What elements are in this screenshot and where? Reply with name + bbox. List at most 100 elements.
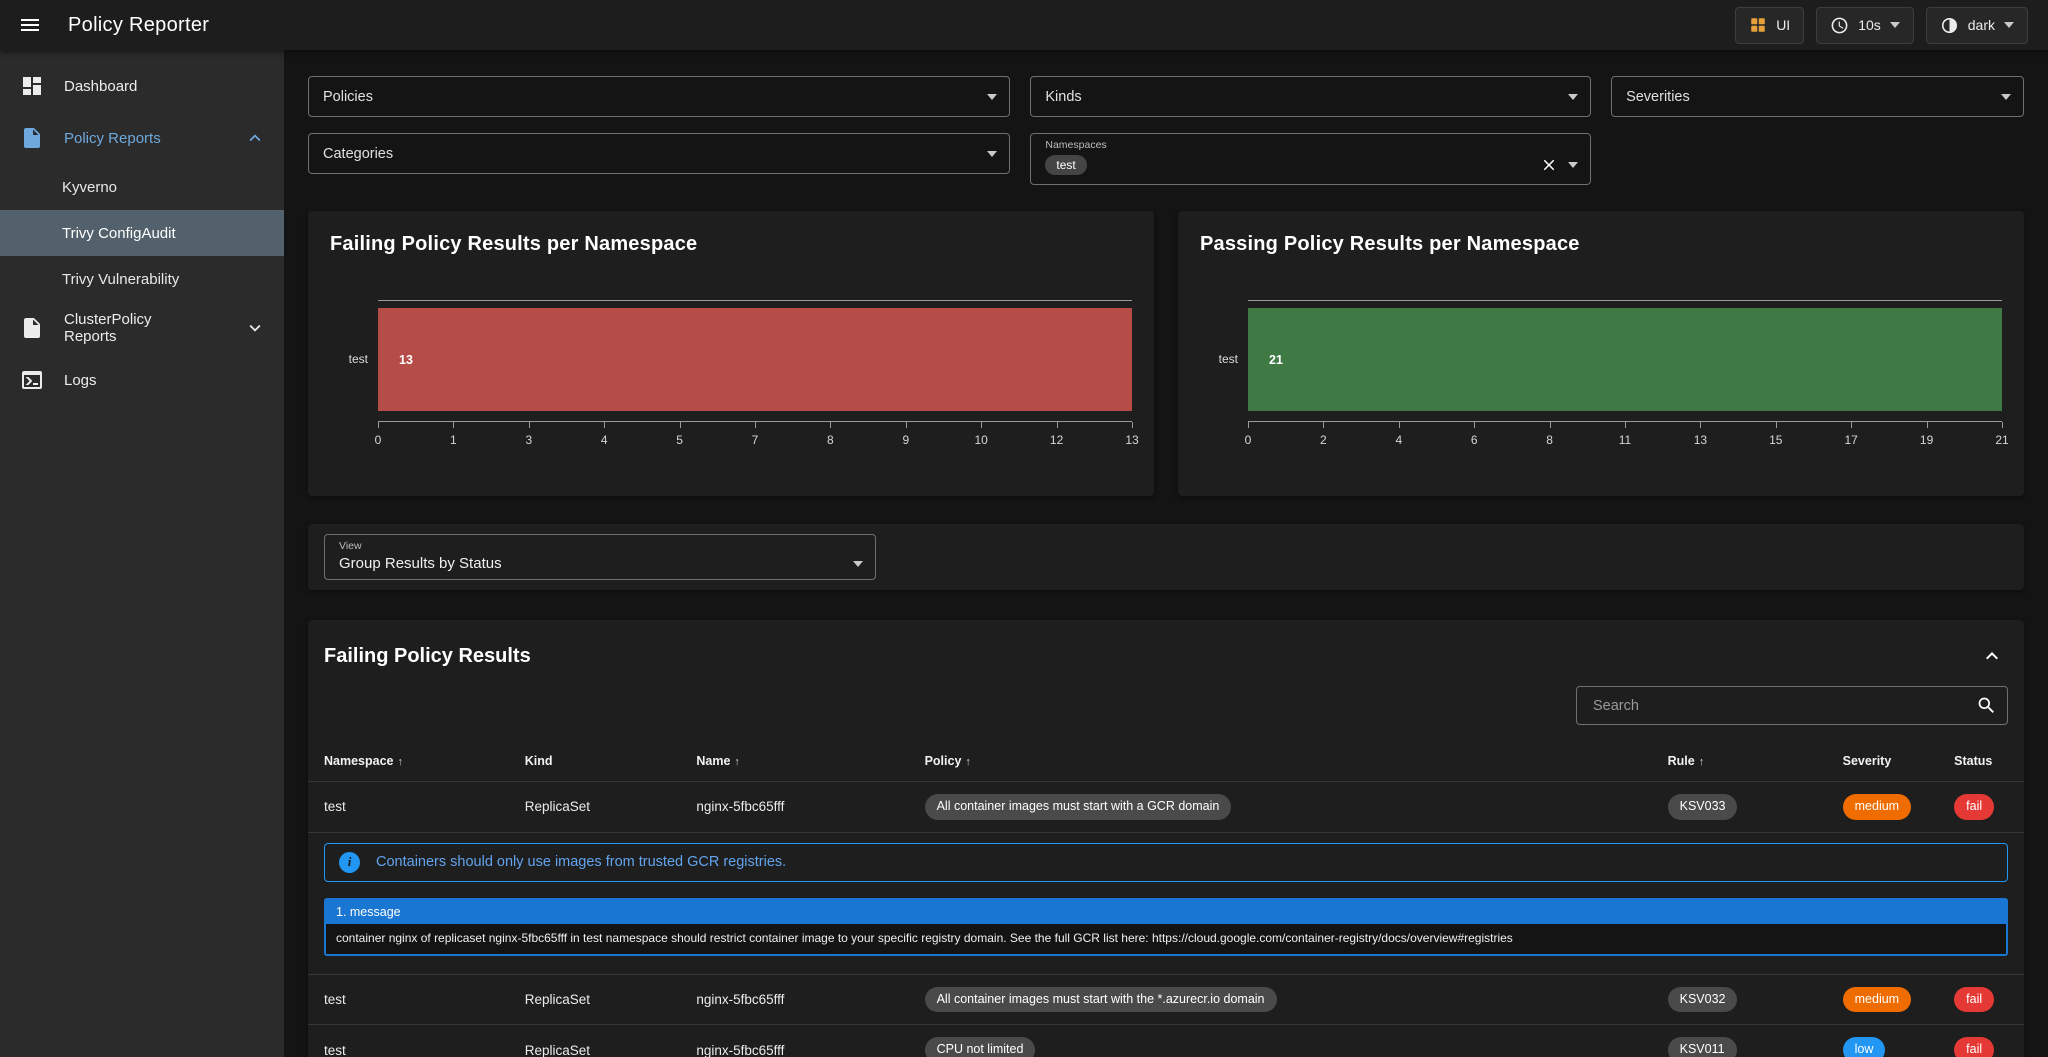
app-bar-actions: UI 10s dark [1735,7,2028,44]
sidebar-item-label: Kyverno [62,179,117,196]
message-block: 1. message container nginx of replicaset… [324,898,2008,956]
sidebar-item-kyverno[interactable]: Kyverno [0,164,284,210]
chevron-down-icon [244,317,266,339]
view-select[interactable]: View Group Results by Status [324,534,876,580]
policy-chip: All container images must start with the… [925,987,1277,1013]
namespaces-select[interactable]: Namespaces test [1030,133,1591,185]
chart-title: Failing Policy Results per Namespace [330,233,1132,256]
collapse-icon[interactable] [1980,644,2004,668]
sidebar-item-clusterpolicy-reports[interactable]: ClusterPolicy Reports [0,302,284,354]
caret-down-icon [2004,22,2014,28]
sort-arrow-icon: ↑ [965,756,971,768]
caret-down-icon [1568,94,1578,100]
theme-icon [1940,16,1959,35]
clear-icon[interactable] [1540,156,1558,174]
caret-down-icon [2001,94,2011,100]
severities-select[interactable]: Severities [1611,76,2024,117]
kinds-select[interactable]: Kinds [1030,76,1591,117]
column-policy[interactable]: Policy↑ [909,741,1652,782]
categories-select-label: Categories [323,146,987,162]
sidebar-item-label: Logs [64,372,97,389]
result-row[interactable]: test ReplicaSet nginx-5fbc65fff All cont… [308,974,2024,1025]
chart-x-axis: 02468111315171921 [1248,421,2002,455]
dashboard-icon [20,74,44,98]
rule-chip: KSV033 [1668,794,1738,820]
chart-bar: 13 [378,308,1132,411]
sidebar-item-trivy-configaudit[interactable]: Trivy ConfigAudit [0,210,284,256]
sort-arrow-icon: ↑ [734,756,740,768]
report-file-icon [20,126,44,150]
status-badge: fail [1954,1037,1994,1057]
sidebar-item-label: Policy Reports [64,130,161,147]
results-title: Failing Policy Results [324,645,531,668]
theme-select[interactable]: dark [1926,7,2028,44]
menu-icon[interactable] [0,13,58,37]
info-icon: i [339,852,360,873]
caret-down-icon [1890,22,1900,28]
console-icon [20,368,44,392]
chart-bar: 21 [1248,308,2002,411]
status-badge: fail [1954,794,1994,820]
message-label: 1. message [326,900,2006,924]
ui-button[interactable]: UI [1735,7,1804,44]
bar-value-label: 13 [399,353,413,367]
sort-arrow-icon: ↑ [1699,756,1705,768]
sidebar-item-logs[interactable]: Logs [0,354,284,406]
policy-chip: All container images must start with a G… [925,794,1232,820]
refresh-interval-value: 10s [1858,17,1881,33]
column-rule[interactable]: Rule↑ [1652,741,1827,782]
column-name[interactable]: Name↑ [680,741,908,782]
view-card: View Group Results by Status [308,524,2024,590]
namespace-chip: test [1045,155,1086,175]
filter-bar: Policies Kinds Severities Categories Nam… [308,76,2024,185]
passing-results-chart: Passing Policy Results per Namespace tes… [1178,211,2024,496]
rule-chip: KSV032 [1668,987,1738,1013]
sidebar-item-dashboard[interactable]: Dashboard [0,60,284,112]
categories-select[interactable]: Categories [308,133,1010,174]
column-severity[interactable]: Severity [1827,741,1939,782]
policies-select-label: Policies [323,89,987,105]
result-row[interactable]: test ReplicaSet nginx-5fbc65fff All cont… [308,782,2024,833]
chart-y-label: test [330,300,378,455]
sidebar-item-label: Trivy ConfigAudit [62,225,176,242]
view-select-label: View [339,540,362,552]
chart-plot: 13 01345789101213 [378,300,1132,455]
sidebar-item-trivy-vulnerability[interactable]: Trivy Vulnerability [0,256,284,302]
rule-chip: KSV011 [1668,1037,1737,1057]
column-kind[interactable]: Kind [509,741,681,782]
app-bar: Policy Reporter UI 10s dark [0,0,2048,50]
sidebar-item-policy-reports[interactable]: Policy Reports [0,112,284,164]
status-badge: fail [1954,987,1994,1013]
caret-down-icon [987,151,997,157]
message-text: container nginx of replicaset nginx-5fbc… [326,924,2006,954]
policy-chip: CPU not limited [925,1037,1036,1057]
failing-results-card: Failing Policy Results [308,620,2024,1057]
chart-x-axis: 01345789101213 [378,421,1132,455]
policies-select[interactable]: Policies [308,76,1010,117]
severity-badge: low [1843,1037,1886,1057]
severities-select-label: Severities [1626,89,2001,105]
chevron-up-icon [244,127,266,149]
app-title: Policy Reporter [68,14,209,37]
app-grid-icon [1749,16,1767,34]
sort-arrow-icon: ↑ [398,756,404,768]
view-select-value: Group Results by Status [339,555,853,572]
chart-plot: 21 02468111315171921 [1248,300,2002,455]
clock-icon [1830,16,1849,35]
column-namespace[interactable]: Namespace↑ [308,741,509,782]
chart-title: Passing Policy Results per Namespace [1200,233,2002,256]
search-input[interactable] [1591,697,1976,715]
kinds-select-label: Kinds [1045,89,1568,105]
search-icon [1976,695,1997,716]
charts-row: Failing Policy Results per Namespace tes… [308,211,2024,496]
chart-y-label: test [1200,300,1248,455]
results-table: Namespace↑ Kind Name↑ Policy↑ Rule↑ Seve… [308,741,2024,1057]
sidebar: Dashboard Policy Reports Kyverno Trivy C… [0,50,284,1057]
result-row[interactable]: test ReplicaSet nginx-5fbc65fff CPU not … [308,1025,2024,1057]
caret-down-icon [987,94,997,100]
main-content: Policies Kinds Severities Categories Nam… [284,50,2048,1057]
refresh-interval-select[interactable]: 10s [1816,7,1914,44]
expanded-row: i Containers should only use images from… [308,832,2024,974]
column-status[interactable]: Status [1938,741,2024,782]
report-file-icon [20,316,44,340]
